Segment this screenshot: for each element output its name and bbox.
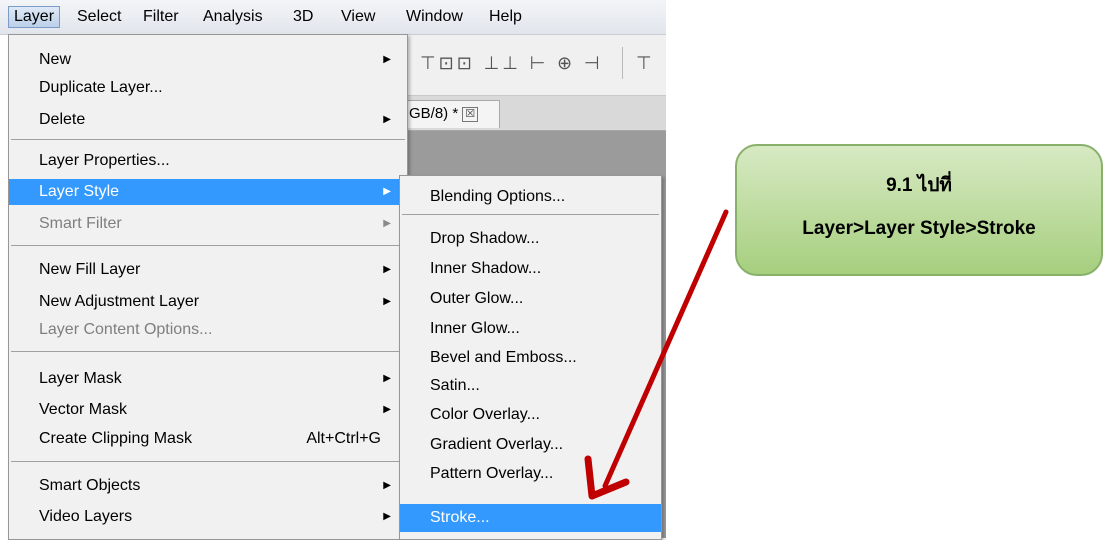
pointer-arrow-icon <box>584 209 729 500</box>
